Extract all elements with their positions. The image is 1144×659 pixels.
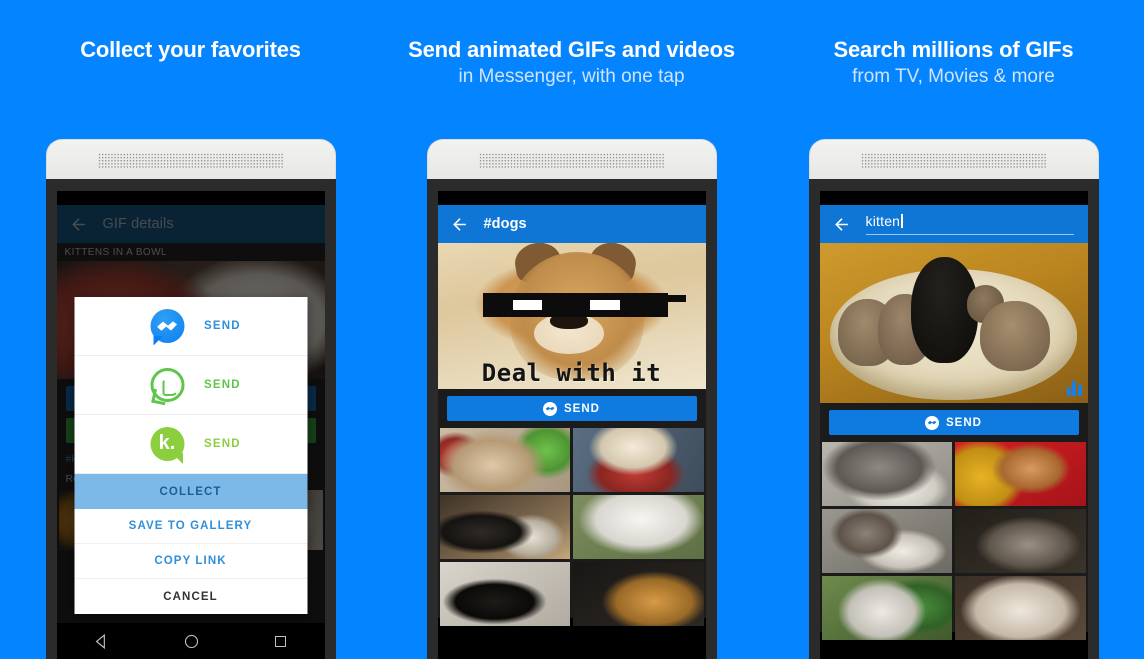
kik-icon: k. [150, 427, 184, 461]
send-button[interactable]: SEND [446, 396, 697, 421]
status-bar [819, 191, 1088, 205]
list-item[interactable] [955, 442, 1086, 506]
search-input[interactable]: kitten [865, 213, 1074, 235]
phone-body: GIF details KITTENS IN A BOWL #kittens R… [45, 179, 336, 659]
list-item[interactable] [821, 509, 952, 573]
messenger-icon [925, 415, 940, 430]
android-navbar [56, 623, 325, 659]
phone-top-bezel [426, 139, 717, 179]
panel-collect: Collect your favorites GIF details KITTE… [0, 0, 381, 659]
gif-bars-badge-icon [1066, 381, 1082, 396]
status-bar [437, 191, 706, 205]
back-triangle-icon[interactable] [93, 633, 110, 650]
send-button-label: SEND [564, 402, 600, 415]
home-circle-icon[interactable] [183, 633, 200, 650]
phone-screen-2: #dogs Deal with it SEND [437, 191, 706, 659]
send-row: SEND [819, 403, 1088, 442]
list-item[interactable] [573, 562, 704, 626]
speaker-grille-icon [860, 153, 1047, 168]
dialog-action-cancel[interactable]: CANCEL [74, 579, 307, 614]
send-row: SEND [437, 389, 706, 428]
recents-square-icon[interactable] [273, 634, 288, 649]
kik-k-glyph: k. [158, 432, 176, 454]
list-item[interactable] [439, 495, 570, 559]
appbar-dogs: #dogs [437, 205, 706, 243]
share-option-whatsapp[interactable]: SEND [74, 356, 307, 415]
panel-3-heading-sub: from TV, Movies & more [852, 65, 1055, 87]
gif-results-grid [819, 442, 1088, 640]
send-button[interactable]: SEND [828, 410, 1079, 435]
share-option-label: SEND [204, 438, 241, 450]
promo-stage: Collect your favorites GIF details KITTE… [0, 0, 1144, 659]
speaker-grille-icon [97, 153, 284, 168]
share-option-label: SEND [204, 379, 241, 391]
share-option-messenger[interactable]: SEND [74, 297, 307, 356]
phone-top-bezel [808, 139, 1099, 179]
gif-caption-text: Deal with it [481, 359, 662, 387]
send-button-label: SEND [946, 416, 982, 429]
panel-1-heading-main: Collect your favorites [80, 37, 301, 62]
messenger-icon [150, 309, 184, 343]
back-arrow-icon[interactable] [450, 215, 469, 234]
phone-mockup-2: #dogs Deal with it SEND [426, 139, 717, 659]
share-option-label: SEND [204, 320, 241, 332]
gif-results-grid [437, 428, 706, 626]
phone-mockup-3: kitten SEND [808, 139, 1099, 659]
phone-top-bezel [45, 139, 336, 179]
phone-screen-3: kitten SEND [819, 191, 1088, 659]
whatsapp-icon [150, 368, 184, 402]
appbar-search: kitten [819, 205, 1088, 243]
phone-mockup-1: GIF details KITTENS IN A BOWL #kittens R… [45, 139, 336, 659]
thug-life-glasses-icon [483, 292, 687, 318]
search-input-value: kitten [865, 213, 901, 229]
list-item[interactable] [955, 509, 1086, 573]
list-item[interactable] [573, 495, 704, 559]
list-item[interactable] [821, 576, 952, 640]
panel-1-heading: Collect your favorites [0, 36, 381, 64]
panel-3-heading-main: Search millions of GIFs [833, 37, 1074, 62]
dialog-action-collect[interactable]: COLLECT [74, 474, 307, 509]
share-option-kik[interactable]: k. SEND [74, 415, 307, 474]
hero-gif-doge[interactable]: Deal with it [437, 243, 706, 389]
text-cursor [901, 214, 903, 228]
list-item[interactable] [573, 428, 704, 492]
share-dialog: SEND SEND k. SEND COLLECT SAVE TO GALLER… [74, 297, 307, 614]
hero-gif-kittens[interactable] [819, 243, 1088, 403]
panel-2-heading: Send animated GIFs and videos in Messeng… [381, 36, 762, 89]
phone-screen-1: GIF details KITTENS IN A BOWL #kittens R… [56, 191, 325, 659]
list-item[interactable] [439, 428, 570, 492]
list-item[interactable] [821, 442, 952, 506]
phone-body: #dogs Deal with it SEND [426, 179, 717, 659]
kitten-tabby-3 [980, 300, 1050, 371]
panel-2-heading-main: Send animated GIFs and videos [408, 37, 735, 62]
messenger-icon [543, 401, 558, 416]
panel-send: Send animated GIFs and videos in Messeng… [381, 0, 762, 659]
panel-search: Search millions of GIFs from TV, Movies … [763, 0, 1144, 659]
appbar-title: #dogs [483, 216, 527, 232]
dialog-action-copy-link[interactable]: COPY LINK [74, 544, 307, 579]
list-item[interactable] [439, 562, 570, 626]
dialog-action-save-to-gallery[interactable]: SAVE TO GALLERY [74, 509, 307, 544]
glasses-stem [664, 294, 687, 303]
panel-3-heading: Search millions of GIFs from TV, Movies … [763, 36, 1144, 89]
back-arrow-icon[interactable] [832, 215, 851, 234]
phone-body: kitten SEND [808, 179, 1099, 659]
list-item[interactable] [955, 576, 1086, 640]
speaker-grille-icon [478, 153, 665, 168]
panel-2-heading-sub: in Messenger, with one tap [458, 65, 685, 87]
